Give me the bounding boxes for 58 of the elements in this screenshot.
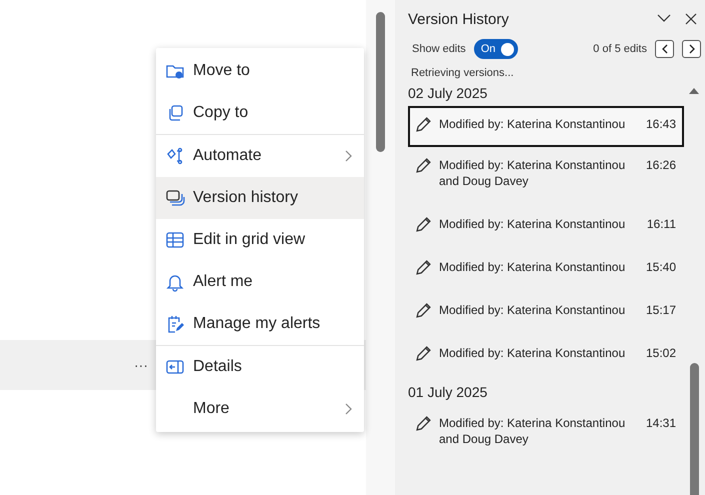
version-author: Modified by: Katerina Konstantinou — [439, 345, 626, 361]
version-author: Modified by: Katerina Konstantinou and Doug Davey — [439, 157, 626, 189]
show-edits-label: Show edits — [412, 43, 466, 55]
version-time: 16:43 — [646, 116, 676, 132]
menu-item[interactable]: Details — [156, 346, 364, 388]
version-time: 15:17 — [646, 302, 676, 318]
version-author: Modified by: Katerina Konstantinou and Doug Davey — [439, 415, 626, 447]
show-edits-toggle[interactable]: On — [474, 39, 518, 59]
stacked-pages-icon — [165, 188, 185, 208]
previous-button[interactable] — [655, 40, 674, 58]
pencil-icon — [416, 117, 431, 132]
menu-item[interactable]: Copy to — [156, 92, 364, 134]
version-entry[interactable]: Modified by: Katerina Konstantinou 15:17 — [408, 292, 684, 335]
menu-item[interactable]: Version history — [156, 177, 364, 219]
edit-count: 0 of 5 edits — [593, 43, 647, 55]
version-entry[interactable]: Modified by: Katerina Konstantinou and Doug Davey 16:26 — [408, 147, 684, 206]
scrollbar-thumb[interactable] — [376, 12, 385, 152]
version-author: Modified by: Katerina Konstantinou — [439, 116, 626, 132]
menu-item[interactable]: Move to — [156, 50, 364, 92]
chevron-right-icon — [344, 150, 352, 162]
version-time: 15:02 — [646, 345, 676, 361]
menu-item[interactable]: Alert me — [156, 261, 364, 303]
version-entry[interactable]: Modified by: Katerina Konstantinou 16:11 — [408, 206, 684, 249]
version-author: Modified by: Katerina Konstantinou — [439, 259, 626, 275]
menu-item[interactable]: Manage my alerts — [156, 303, 364, 345]
menu-item[interactable]: Edit in grid view — [156, 219, 364, 261]
menu-item[interactable]: Automate — [156, 135, 364, 177]
chevron-right-icon — [688, 44, 694, 54]
close-button[interactable] — [685, 13, 697, 25]
version-entry[interactable]: Modified by: Katerina Konstantinou 15:02 — [408, 335, 684, 378]
pencil-icon — [416, 260, 431, 275]
date-heading: 02 July 2025 — [408, 85, 488, 101]
pencil-icon — [416, 416, 431, 431]
version-entry[interactable]: Modified by: Katerina Konstantinou 15:40 — [408, 249, 684, 292]
scrollbar-thumb[interactable] — [690, 363, 698, 495]
menu-item[interactable]: More — [156, 388, 364, 430]
status-text: Retrieving versions... — [410, 67, 515, 79]
version-time: 14:31 — [646, 415, 676, 431]
flow-icon — [165, 146, 185, 166]
version-time: 15:40 — [646, 259, 676, 275]
pencil-icon — [416, 158, 431, 173]
version-time: 16:11 — [646, 216, 676, 232]
version-author: Modified by: Katerina Konstantinou — [439, 216, 626, 232]
version-entry[interactable]: Modified by: Katerina Konstantinou and Doug Davey 14:31 — [408, 405, 684, 464]
chevron-right-icon — [344, 403, 352, 415]
panel-title: Version History — [408, 10, 509, 28]
date-heading: 01 July 2025 — [408, 384, 488, 400]
version-entry[interactable]: Modified by: Katerina Konstantinou 16:43 — [408, 106, 684, 147]
version-author: Modified by: Katerina Konstantinou — [439, 302, 626, 318]
version-time: 16:26 — [646, 157, 676, 173]
pencil-icon — [416, 303, 431, 318]
grid-icon — [165, 230, 185, 250]
next-button[interactable] — [682, 40, 701, 58]
scroll-up-icon[interactable] — [689, 88, 699, 94]
pencil-icon — [416, 346, 431, 361]
more-actions-button[interactable]: ··· — [130, 357, 152, 373]
pencil-icon — [416, 217, 431, 232]
chevron-left-icon — [662, 44, 668, 54]
